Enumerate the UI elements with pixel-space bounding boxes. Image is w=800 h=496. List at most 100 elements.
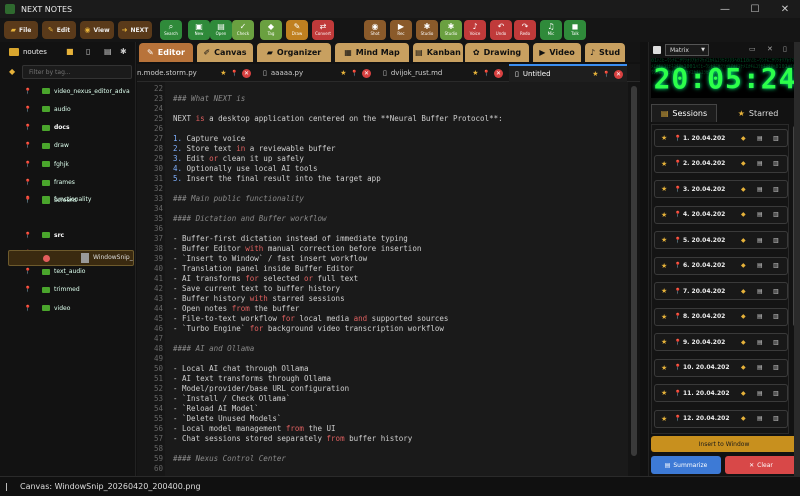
toolbar-button-4[interactable]: ◆ Tag (260, 20, 282, 40)
pin-icon[interactable]: 📍 (603, 71, 610, 78)
star-icon[interactable]: ★ (340, 69, 346, 77)
pin-icon[interactable]: 📍 (674, 262, 681, 269)
pin-icon[interactable]: 📍 (674, 186, 681, 193)
tree-item[interactable]: 📍 video_nexus_editor_adva (0, 84, 136, 98)
star-icon[interactable]: ★ (220, 69, 226, 77)
star-icon[interactable]: ★ (661, 160, 667, 168)
editor-scrollbar[interactable] (628, 82, 640, 476)
pin-icon[interactable]: 📍 (674, 237, 681, 244)
document-icon[interactable]: ▤ (757, 339, 763, 346)
tree-item[interactable]: 📍 functionality (0, 192, 136, 206)
pin-icon[interactable]: 📍 (674, 160, 681, 167)
session-row[interactable]: ★ 📍 7. 20.04.202 ◆ ▤ ▥ (654, 282, 788, 300)
session-row[interactable]: ★ 📍 9. 20.04.202 ◆ ▤ ▥ (654, 333, 788, 351)
insert-to-window-button[interactable]: Insert to Window (651, 436, 797, 452)
toolbar-button-6[interactable]: ⇄ Convert (312, 20, 334, 40)
trash-icon[interactable]: ▥ (773, 262, 779, 269)
pin-icon[interactable]: 📍 (24, 161, 31, 168)
document-icon[interactable]: ▤ (757, 186, 763, 193)
trash-icon[interactable]: ▥ (773, 237, 779, 244)
toolbar-button-0[interactable]: ⌕ Search (160, 20, 182, 40)
star-icon[interactable]: ★ (661, 389, 667, 397)
pin-icon[interactable]: 📍 (24, 305, 31, 312)
session-row[interactable]: ★ 📍 4. 20.04.202 ◆ ▤ ▥ (654, 205, 788, 224)
pin-icon[interactable]: 📍 (351, 70, 358, 77)
pin-icon[interactable]: 📍 (674, 135, 681, 142)
document-icon[interactable]: ▤ (757, 160, 763, 167)
trash-icon[interactable]: ▥ (773, 339, 779, 346)
document-icon[interactable]: ▤ (757, 211, 763, 218)
session-row[interactable]: ★ 📍 6. 20.04.202 ◆ ▤ ▥ (654, 256, 788, 275)
expand-icon[interactable]: ▯ (783, 45, 787, 53)
toolbar-button-14[interactable]: ♫ Mic (540, 20, 562, 40)
tag-icon[interactable]: ◆ (741, 160, 746, 167)
session-row[interactable]: ★ 📍 5. 20.04.202 ◆ ▤ ▥ (654, 231, 788, 249)
document-icon[interactable]: ▤ (757, 135, 763, 142)
tab-stud[interactable]: ♪ Stud (585, 43, 625, 62)
toolbar-button-7[interactable]: ◉ Shot (364, 20, 386, 40)
trash-icon[interactable]: ▥ (773, 135, 779, 142)
star-icon[interactable]: ★ (661, 415, 667, 423)
tab-starred[interactable]: ★ Starred (721, 104, 795, 122)
toolbar-button-9[interactable]: ✱ Studio (416, 20, 438, 40)
trash-icon[interactable]: ▥ (773, 313, 779, 320)
session-row[interactable]: ★ 📍 11. 20.04.202 ◆ ▤ ▥ (654, 384, 788, 402)
tree-item[interactable]: 📍 docs (0, 121, 136, 135)
pin-icon[interactable]: 📍 (24, 142, 31, 149)
pin-icon[interactable]: 📍 (24, 196, 31, 203)
tree-item[interactable]: 📍 audio (0, 102, 136, 116)
session-row[interactable]: ★ 📍 12. 20.04.202 ◆ ▤ ▥ (654, 409, 788, 428)
new-file-icon[interactable]: ▯ (86, 47, 90, 56)
pin-icon[interactable]: 📍 (674, 364, 681, 371)
pin-icon[interactable]: 📍 (231, 70, 238, 77)
pin-icon[interactable]: 📍 (24, 106, 31, 113)
tag-icon[interactable]: ◆ (741, 339, 746, 346)
star-icon[interactable]: ★ (661, 338, 667, 346)
star-icon[interactable]: ★ (661, 185, 667, 193)
tag-icon[interactable]: ◆ (741, 364, 746, 371)
document-icon[interactable]: ▤ (757, 415, 763, 422)
tag-icon[interactable]: ◆ (741, 415, 746, 422)
star-icon[interactable]: ★ (661, 287, 667, 295)
tree-item[interactable]: 📍 video (0, 301, 136, 315)
tab-kanban[interactable]: ▤ Kanban (413, 43, 463, 62)
tree-item[interactable]: 📍 frames (0, 176, 136, 190)
document-icon[interactable]: ▤ (757, 390, 763, 397)
new-folder-icon[interactable]: ■ (66, 47, 74, 56)
trash-icon[interactable]: ▥ (773, 211, 779, 218)
pin-icon[interactable]: 📍 (24, 232, 31, 239)
tag-icon[interactable]: ◆ (741, 390, 746, 397)
trash-icon[interactable]: ▥ (773, 186, 779, 193)
tag-icon[interactable]: ◆ (741, 288, 746, 295)
gear-icon[interactable]: ✱ (120, 47, 127, 56)
tag-icon[interactable]: ◆ (741, 313, 746, 320)
menu-1[interactable]: ✎ Edit (42, 21, 76, 39)
session-row[interactable]: ★ 📍 2. 20.04.202 ◆ ▤ ▥ (654, 154, 788, 173)
tab-video[interactable]: ▶ Video (533, 43, 581, 62)
trash-icon[interactable]: ▥ (773, 364, 779, 371)
close-window-button[interactable]: ✕ (770, 0, 800, 18)
document-icon[interactable]: ▤ (757, 313, 763, 320)
selected-file-row[interactable]: WindowSnip_ (8, 250, 134, 266)
toolbar-button-2[interactable]: ▤ Open (210, 20, 232, 40)
trash-icon[interactable]: ▥ (773, 415, 779, 422)
tag-icon[interactable]: ◆ (741, 237, 746, 244)
star-icon[interactable]: ★ (592, 70, 598, 78)
menu-0[interactable]: ▰ File (4, 21, 38, 39)
trash-icon[interactable]: ▥ (773, 160, 779, 167)
theme-select[interactable]: Matrix ▼ (665, 44, 709, 56)
pin-icon[interactable]: 📍 (674, 288, 681, 295)
trash-icon[interactable]: ▥ (773, 288, 779, 295)
pin-icon[interactable]: 📍 (674, 339, 681, 346)
session-row[interactable]: ★ 📍 1. 20.04.202 ◆ ▤ ▥ (654, 129, 788, 147)
pin-icon[interactable]: 📍 (674, 415, 681, 422)
pin-icon[interactable]: ▭ (749, 45, 756, 53)
pin-icon[interactable]: 📍 (674, 390, 681, 397)
toolbar-button-12[interactable]: ↶ Undo (490, 20, 512, 40)
tab-sessions[interactable]: ▤ Sessions (651, 104, 717, 122)
session-row[interactable]: ★ 📍 8. 20.04.202 ◆ ▤ ▥ (654, 307, 788, 326)
document-icon[interactable]: ▤ (757, 237, 763, 244)
file-tab[interactable]: ▯ dvijok_rust.md ★ 📍 ✕ (377, 64, 507, 82)
minimize-button[interactable]: — (710, 0, 740, 18)
document-icon[interactable]: ▤ (757, 262, 763, 269)
